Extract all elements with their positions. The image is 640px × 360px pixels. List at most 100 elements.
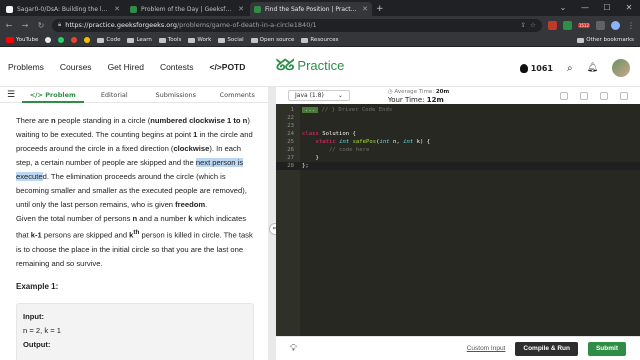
bookmark-work[interactable]: Work	[188, 37, 211, 43]
bookmark-open-source[interactable]: Open source	[250, 37, 294, 43]
reset-icon[interactable]	[580, 91, 588, 100]
tab-editorial[interactable]: Editorial	[84, 87, 146, 103]
site-nav: Problems Courses Get Hired Contests </>P…	[8, 62, 245, 72]
nav-contests[interactable]: Contests	[160, 62, 194, 72]
tab-close-icon[interactable]: ✕	[238, 5, 244, 13]
problem-paragraph-2: Given the total number of persons n and …	[16, 214, 253, 268]
new-tab-icon[interactable]: +	[376, 2, 384, 16]
nav-courses[interactable]: Courses	[60, 62, 92, 72]
share-icon[interactable]: ⇪	[521, 21, 526, 29]
whatsapp-icon[interactable]	[58, 37, 65, 43]
gfg-logo[interactable]: ᘜᘜ Practice	[276, 56, 344, 74]
maximize-icon[interactable]: ☐	[596, 0, 618, 16]
header-right: 1061 ⌕ 🔔︎	[519, 59, 630, 77]
window-controls: ⌄ — ☐ ✕	[552, 0, 640, 16]
minimize-icon[interactable]: —	[574, 0, 596, 16]
example-box: Input: n = 2, k = 1 Output:	[16, 302, 254, 360]
avg-time-label: Average Time:	[394, 88, 435, 95]
bookmark-tools[interactable]: Tools	[158, 37, 182, 43]
tab-search-icon[interactable]: ⌄	[552, 0, 574, 16]
bookmark-learn[interactable]: Learn	[127, 37, 152, 43]
bookmark-resources[interactable]: Resources	[301, 37, 338, 43]
avatar[interactable]	[612, 59, 630, 77]
theme-icon[interactable]	[620, 91, 628, 100]
bookmark-label: Social	[227, 37, 244, 43]
tab-close-icon[interactable]: ✕	[114, 5, 120, 13]
your-time-value: 12m	[426, 95, 444, 104]
profile-icon[interactable]	[611, 20, 620, 30]
reload-icon[interactable]: ↻	[36, 21, 46, 30]
back-icon[interactable]: ←	[4, 21, 14, 30]
bookmarks-bar: YouTube Code Learn Tools Work Social Ope…	[0, 34, 640, 47]
extension-badge[interactable]: 1512	[577, 22, 590, 28]
tab-comments[interactable]: Comments	[207, 87, 269, 103]
nav-get-hired[interactable]: Get Hired	[108, 62, 144, 72]
streak-counter[interactable]: 1061	[519, 63, 553, 73]
fold-marker[interactable]: ...	[302, 107, 319, 113]
lightbulb-icon[interactable]: 💡︎	[290, 343, 297, 354]
compile-run-button[interactable]: Compile & Run	[515, 341, 578, 356]
extensions-puzzle-icon[interactable]	[596, 20, 605, 30]
url-path: /problems/game-of-death-in-a-circle1840/…	[176, 21, 317, 29]
editor-toolbar: Java (1.8) ⌄ ◷ Average Time: 20m Your Ti…	[276, 87, 640, 104]
tab-problem[interactable]: </> Problem	[22, 87, 84, 103]
output-label: Output:	[23, 339, 51, 349]
browser-tab-github[interactable]: Sagar0-0/DsA: Building the largest DS ✕	[2, 2, 124, 16]
browser-tabstrip: Sagar0-0/DsA: Building the largest DS ✕ …	[0, 0, 640, 16]
code-line: 24 class Solution {	[287, 131, 356, 137]
input-value: n = 2, k = 1	[23, 325, 61, 335]
menu-dots-icon[interactable]: ⋮	[626, 21, 636, 30]
browser-tab-safe-position[interactable]: Find the Safe Position | Practice | ✕	[250, 2, 372, 16]
custom-input-link[interactable]: Custom Input	[467, 345, 506, 352]
bookmark-social[interactable]: Social	[218, 37, 244, 43]
bookmark-label: Tools	[167, 37, 182, 43]
code-editor[interactable]: 1... // } Driver Code Ends 22 23 24 class…	[276, 104, 640, 336]
bookmark-label: Other bookmarks	[586, 37, 634, 43]
youtube-icon	[6, 37, 14, 43]
chevron-down-icon: ⌄	[337, 92, 343, 99]
folder-icon	[97, 37, 105, 43]
language-select[interactable]: Java (1.8) ⌄	[288, 90, 350, 101]
bookmark-star-icon[interactable]: ☆	[530, 21, 536, 29]
extension-icon[interactable]	[562, 20, 572, 30]
avg-time-value: 20m	[435, 88, 450, 95]
tab-title: Problem of the Day | GeeksforGeeks |	[141, 5, 234, 13]
bookmark-youtube[interactable]: YouTube	[6, 37, 38, 43]
folder-icon	[127, 37, 135, 43]
other-bookmarks[interactable]: Other bookmarks	[577, 37, 634, 43]
bookmark-code[interactable]: Code	[97, 37, 120, 43]
code-line: 27 }	[287, 155, 319, 161]
gmail-icon[interactable]	[71, 37, 78, 43]
browser-tab-potd[interactable]: Problem of the Day | GeeksforGeeks | ✕	[126, 2, 248, 16]
address-bar-row: ← → ↻ 🔒︎ https://practice.geeksforgeeks.…	[0, 16, 640, 34]
settings-gear-icon[interactable]	[600, 91, 608, 100]
fullscreen-icon[interactable]	[560, 91, 568, 100]
code-line: 22	[287, 115, 294, 121]
input-label: Input:	[23, 311, 45, 321]
submit-button[interactable]: Submit	[587, 341, 626, 356]
hamburger-menu-icon[interactable]: ☰	[0, 90, 22, 100]
brave-shield-icon[interactable]	[547, 20, 557, 30]
close-window-icon[interactable]: ✕	[618, 0, 640, 16]
tab-close-icon[interactable]: ✕	[362, 5, 368, 13]
editor-footer: 💡︎ Custom Input Compile & Run Submit	[276, 336, 640, 360]
tab-title: Sagar0-0/DsA: Building the largest DS	[17, 5, 110, 13]
folder-icon	[250, 37, 258, 43]
url-input[interactable]: 🔒︎ https://practice.geeksforgeeks.org/pr…	[52, 18, 542, 32]
folder-icon	[301, 37, 309, 43]
example-title: Example 1:	[16, 281, 59, 291]
linkedin-icon[interactable]	[84, 37, 91, 43]
search-icon[interactable]: ⌕	[567, 63, 573, 74]
time-info: ◷ Average Time: 20m Your Time: 12m	[388, 88, 449, 104]
bookmark-label: YouTube	[16, 37, 39, 43]
editor-icons	[560, 91, 628, 100]
site-header: Problems Courses Get Hired Contests </>P…	[0, 47, 640, 87]
tab-submissions[interactable]: Submissions	[145, 87, 207, 103]
github-icon[interactable]	[45, 37, 52, 43]
forward-icon[interactable]: →	[20, 21, 30, 30]
folder-icon	[188, 37, 196, 43]
bookmark-label: Learn	[136, 37, 152, 43]
nav-potd[interactable]: </>POTD	[209, 62, 245, 72]
nav-problems[interactable]: Problems	[8, 62, 44, 72]
notification-bell-icon[interactable]: 🔔︎	[587, 63, 598, 73]
